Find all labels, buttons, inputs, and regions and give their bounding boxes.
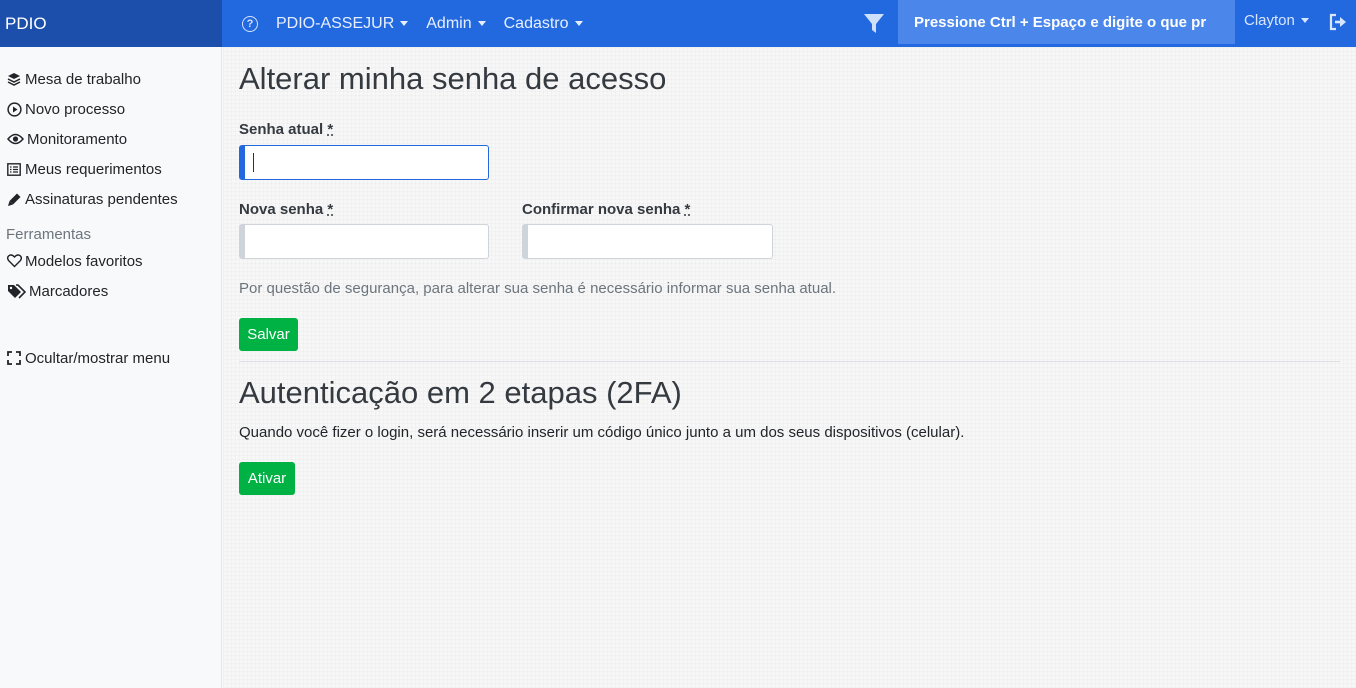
sidebar-heading-tools: Ferramentas (6, 226, 92, 243)
section-divider (239, 361, 1340, 362)
sidebar-toggle-menu[interactable]: Ocultar/mostrar menu (0, 343, 221, 373)
required-mark: * (684, 201, 691, 218)
question-circle-icon[interactable]: ? (242, 15, 258, 32)
sidebar: Mesa de trabalho Novo processo Monitoram… (0, 47, 222, 688)
sidebar-item-novo-processo[interactable]: Novo processo (0, 94, 221, 124)
confirm-password-input[interactable] (528, 225, 772, 258)
top-navbar: PDIO ? PDIO-ASSEJUR Admin Cadastro Clayt… (0, 0, 1356, 47)
caret-down-icon (400, 21, 409, 26)
label-text: Senha atual (239, 121, 324, 138)
user-name: Clayton (1244, 12, 1295, 29)
security-help-text: Por questão de segurança, para alterar s… (239, 280, 837, 297)
sidebar-item-meus-requerimentos[interactable]: Meus requerimentos (0, 154, 221, 184)
twofa-title: Autenticação em 2 etapas (2FA) (239, 375, 682, 410)
sidebar-item-monitoramento[interactable]: Monitoramento (0, 124, 221, 154)
required-mark: * (327, 201, 334, 218)
activate-2fa-button[interactable]: Ativar (239, 462, 295, 495)
eye-icon (6, 131, 24, 147)
save-button[interactable]: Salvar (239, 318, 298, 351)
menu-admin[interactable]: Admin (426, 14, 486, 33)
page-title: Alterar minha senha de acesso (239, 61, 667, 96)
menu-cadastro[interactable]: Cadastro (504, 15, 583, 33)
required-mark: * (327, 121, 334, 138)
sidebar-item-label: Mesa de trabalho (25, 70, 141, 88)
sidebar-item-assinaturas-pendentes[interactable]: Assinaturas pendentes (0, 184, 221, 214)
global-search[interactable] (898, 0, 1235, 44)
sidebar-item-label: Monitoramento (27, 130, 128, 148)
twofa-description: Quando você fizer o login, será necessár… (239, 424, 965, 441)
menu-label: PDIO-ASSEJUR (276, 14, 395, 32)
confirm-password-field[interactable] (522, 224, 773, 259)
new-password-input[interactable] (245, 225, 488, 258)
sign-out-icon[interactable] (1328, 13, 1348, 31)
sidebar-item-label: Ocultar/mostrar menu (25, 349, 171, 367)
text-cursor (253, 153, 254, 172)
label-text: Confirmar nova senha (522, 201, 681, 218)
caret-down-icon (1300, 18, 1309, 23)
sidebar-item-modelos-favoritos[interactable]: Modelos favoritos (0, 246, 221, 276)
caret-down-icon (477, 21, 486, 26)
filter-icon[interactable] (862, 11, 886, 35)
layers-icon (6, 71, 22, 87)
sidebar-item-label: Marcadores (29, 282, 109, 300)
current-password-field[interactable] (239, 145, 489, 180)
play-circle-icon (6, 101, 22, 117)
menu-label: Admin (426, 14, 472, 32)
current-password-input[interactable] (245, 146, 488, 179)
sidebar-item-mesa-de-trabalho[interactable]: Mesa de trabalho (0, 64, 221, 94)
pen-icon (6, 191, 22, 207)
menu-label: Cadastro (503, 14, 569, 32)
sidebar-item-label: Modelos favoritos (25, 252, 143, 270)
sidebar-item-label: Assinaturas pendentes (25, 190, 178, 208)
sidebar-item-label: Novo processo (25, 100, 126, 118)
brand-logo[interactable]: PDIO (0, 0, 222, 47)
expand-icon (6, 350, 22, 366)
new-password-label: Nova senha * (239, 201, 333, 218)
tags-icon (6, 283, 26, 299)
sidebar-item-label: Meus requerimentos (25, 160, 162, 178)
caret-down-icon (574, 21, 583, 26)
current-password-label: Senha atual * (239, 121, 333, 138)
new-password-field[interactable] (239, 224, 489, 259)
heart-icon (6, 253, 22, 269)
user-menu[interactable]: Clayton (1244, 12, 1309, 29)
list-alt-icon (6, 161, 22, 177)
main-content: Alterar minha senha de acesso Senha atua… (223, 47, 1356, 688)
main-nav: ? PDIO-ASSEJUR Admin Cadastro (222, 0, 583, 47)
sidebar-item-marcadores[interactable]: Marcadores (0, 276, 221, 306)
label-text: Nova senha (239, 201, 324, 218)
confirm-password-label: Confirmar nova senha * (522, 201, 690, 218)
menu-pdio-assejur[interactable]: PDIO-ASSEJUR (276, 14, 409, 33)
search-input[interactable] (914, 13, 1235, 31)
